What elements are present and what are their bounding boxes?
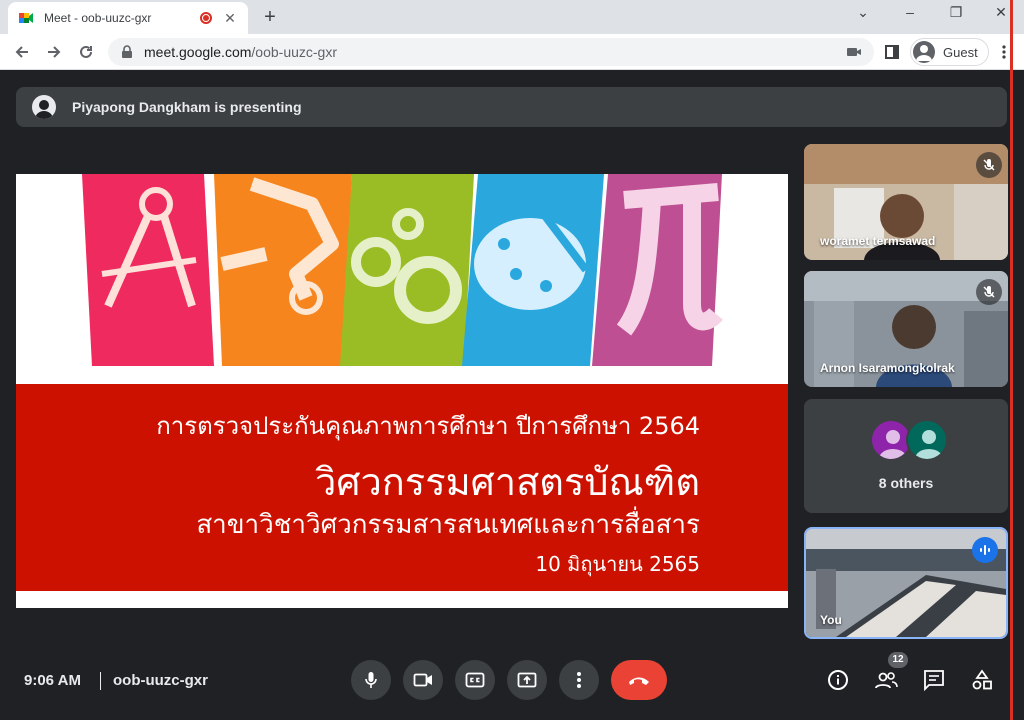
meet-stage: Piyapong Dangkham is presenting การตรวจป…: [0, 70, 1012, 720]
slide-line-1: การตรวจประกันคุณภาพการศึกษา ปีการศึกษา 2…: [156, 412, 700, 440]
reload-icon: [80, 45, 92, 58]
profile-label: Guest: [943, 44, 978, 60]
closed-caption-icon: [465, 672, 485, 688]
muted-indicator: [976, 152, 1002, 178]
others-tile[interactable]: 8 others: [804, 399, 1008, 513]
more-vertical-icon: [1002, 45, 1006, 59]
videocam-icon: [413, 673, 432, 687]
others-count-label: 8 others: [878, 475, 934, 491]
slide-line-2: วิศวกรรมศาสตรบัณฑิต: [314, 460, 700, 504]
lock-icon: [122, 45, 132, 58]
back-button[interactable]: [10, 40, 34, 64]
camera-button[interactable]: [403, 660, 443, 700]
slide-line-3: สาขาวิชาวิศวกรรมสารสนเทศและการสื่อสาร: [196, 510, 700, 540]
people-count-badge: 12: [888, 652, 908, 668]
presenting-banner: Piyapong Dangkham is presenting: [16, 87, 1007, 127]
side-panel-button[interactable]: [880, 40, 904, 64]
window-restore-button[interactable]: ❐: [941, 4, 971, 21]
audio-level-icon: [980, 545, 990, 555]
address-bar[interactable]: meet.google.com/oob-uuzc-gxr: [108, 38, 874, 66]
self-tile[interactable]: You: [804, 527, 1008, 639]
people-button[interactable]: [872, 666, 900, 694]
arrow-right-icon: [48, 46, 61, 58]
url-text: meet.google.com/oob-uuzc-gxr: [144, 44, 846, 60]
tab-close-button[interactable]: ✕: [222, 10, 238, 27]
activities-icon: [972, 669, 992, 690]
meeting-controls: 9:06 AM oob-uuzc-gxr 12: [0, 650, 1012, 720]
new-tab-button[interactable]: +: [258, 6, 282, 29]
avatar: [906, 419, 948, 461]
browser-tab-strip: Meet - oob-uuzc-gxr ✕ + ⌄ – ❐ ✕: [0, 0, 1024, 34]
more-vertical-icon: [577, 672, 581, 688]
tab-title: Meet - oob-uuzc-gxr: [44, 11, 152, 25]
screen-share-border: [1010, 0, 1013, 720]
url-path: /oob-uuzc-gxr: [251, 44, 337, 60]
camera-in-use-icon[interactable]: [846, 45, 862, 59]
divider: [100, 672, 101, 690]
muted-indicator: [976, 279, 1002, 305]
speaking-indicator: [972, 537, 998, 563]
tab-search-button[interactable]: ⌄: [848, 4, 878, 21]
captions-button[interactable]: [455, 660, 495, 700]
forward-button[interactable]: [42, 40, 66, 64]
participant-name: Arnon Isaramongkolrak: [820, 361, 955, 375]
participant-tile[interactable]: Arnon Isaramongkolrak: [804, 271, 1008, 387]
url-host: meet.google.com: [144, 44, 252, 60]
participant-tile[interactable]: woramet termsawad: [804, 144, 1008, 260]
info-icon: [828, 670, 848, 690]
microphone-off-icon: [983, 286, 995, 298]
profile-avatar-icon: [913, 41, 935, 63]
microphone-off-icon: [983, 159, 995, 171]
leave-call-button[interactable]: [611, 660, 667, 700]
presenting-text: Piyapong Dangkham is presenting: [72, 99, 302, 115]
call-end-icon: [629, 677, 649, 685]
arrow-left-icon: [15, 46, 28, 58]
chat-icon: [924, 670, 944, 691]
participant-name: woramet termsawad: [820, 234, 936, 248]
shared-screen: การตรวจประกันคุณภาพการศึกษา ปีการศึกษา 2…: [16, 174, 788, 608]
presenter-avatar: [32, 95, 56, 119]
microphone-icon: [365, 672, 377, 688]
slide-line-4: 10 มิถุนายน 2565: [535, 552, 700, 576]
browser-tab[interactable]: Meet - oob-uuzc-gxr ✕: [8, 2, 248, 34]
present-now-button[interactable]: [507, 660, 547, 700]
more-options-button[interactable]: [559, 660, 599, 700]
chat-button[interactable]: [920, 666, 948, 694]
meeting-time: 9:06 AM: [24, 672, 81, 689]
recording-indicator-icon: [200, 12, 212, 24]
microphone-button[interactable]: [351, 660, 391, 700]
present-to-all-icon: [517, 672, 537, 688]
window-minimize-button[interactable]: –: [895, 4, 925, 20]
slide-banner-illustration: [82, 174, 723, 366]
meeting-details-button[interactable]: [824, 666, 852, 694]
others-avatars: [870, 419, 950, 463]
browser-toolbar: meet.google.com/oob-uuzc-gxr Guest: [0, 34, 1024, 70]
self-name: You: [820, 613, 842, 627]
google-meet-icon: [19, 13, 33, 23]
side-panel-icon: [885, 45, 899, 59]
reload-button[interactable]: [74, 40, 98, 64]
meeting-code: oob-uuzc-gxr: [113, 672, 208, 689]
activities-button[interactable]: [968, 666, 996, 694]
profile-button[interactable]: Guest: [910, 38, 989, 66]
people-icon: [875, 672, 898, 689]
